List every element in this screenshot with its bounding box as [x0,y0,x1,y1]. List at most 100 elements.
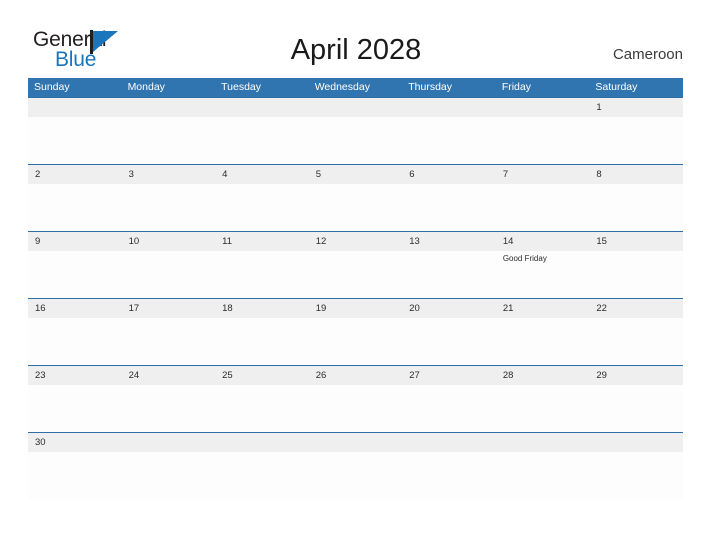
day-cell[interactable] [496,452,590,499]
day-cell[interactable] [309,251,403,298]
date-number[interactable]: 9 [28,232,122,251]
date-number[interactable]: 13 [402,232,496,251]
week-row: 9 10 11 12 13 14 15 Good Friday [28,231,683,298]
date-number[interactable]: 3 [122,165,216,184]
date-number[interactable]: 14 [496,232,590,251]
date-number[interactable]: 5 [309,165,403,184]
week-date-band: 2 3 4 5 6 7 8 [28,165,683,184]
day-cell[interactable] [122,318,216,365]
day-cell[interactable] [496,385,590,432]
day-cell[interactable] [589,117,683,164]
date-number[interactable]: 20 [402,299,496,318]
date-number[interactable] [589,433,683,452]
date-number[interactable]: 24 [122,366,216,385]
day-cell[interactable] [402,318,496,365]
day-cell[interactable] [309,452,403,499]
day-cell[interactable] [402,452,496,499]
date-number[interactable] [122,433,216,452]
day-cell[interactable] [122,117,216,164]
event-label: Good Friday [502,254,547,263]
date-number[interactable] [215,433,309,452]
calendar-page: General Blue April 2028 Cameroon Sunday … [0,0,712,550]
day-cell[interactable] [589,385,683,432]
date-number[interactable] [309,433,403,452]
day-cell[interactable] [309,318,403,365]
date-number[interactable]: 15 [589,232,683,251]
date-number[interactable]: 16 [28,299,122,318]
day-cell[interactable] [122,452,216,499]
day-cell[interactable] [589,318,683,365]
week-event-band [28,117,683,164]
day-of-week-header-row: Sunday Monday Tuesday Wednesday Thursday… [28,78,683,97]
day-cell[interactable] [215,251,309,298]
date-number[interactable] [122,98,216,117]
day-cell[interactable] [215,117,309,164]
date-number[interactable]: 29 [589,366,683,385]
page-header: General Blue April 2028 Cameroon [0,0,712,78]
date-number[interactable] [496,98,590,117]
date-number[interactable]: 4 [215,165,309,184]
date-number[interactable]: 18 [215,299,309,318]
date-number[interactable]: 6 [402,165,496,184]
date-number[interactable]: 1 [589,98,683,117]
week-event-band [28,385,683,432]
date-number[interactable] [309,98,403,117]
day-cell-good-friday[interactable]: Good Friday [496,251,590,298]
day-cell[interactable] [496,117,590,164]
day-cell[interactable] [496,318,590,365]
day-cell[interactable] [215,318,309,365]
date-number[interactable]: 27 [402,366,496,385]
date-number[interactable]: 25 [215,366,309,385]
day-cell[interactable] [28,318,122,365]
date-number[interactable]: 8 [589,165,683,184]
day-cell[interactable] [122,184,216,231]
day-cell[interactable] [28,251,122,298]
date-number[interactable]: 17 [122,299,216,318]
day-cell[interactable] [215,184,309,231]
day-header-thursday: Thursday [408,81,453,93]
week-event-band [28,184,683,231]
page-title: April 2028 [290,34,422,66]
region-label: Cameroon [612,46,683,63]
date-number[interactable]: 12 [309,232,403,251]
date-number[interactable]: 7 [496,165,590,184]
day-cell[interactable] [589,452,683,499]
day-cell[interactable] [309,385,403,432]
date-number[interactable] [28,98,122,117]
date-number[interactable]: 30 [28,433,122,452]
day-cell[interactable] [589,184,683,231]
date-number[interactable]: 23 [28,366,122,385]
day-cell[interactable] [28,452,122,499]
date-number[interactable]: 10 [122,232,216,251]
day-cell[interactable] [122,385,216,432]
day-cell[interactable] [215,452,309,499]
date-number[interactable]: 26 [309,366,403,385]
day-cell[interactable] [402,385,496,432]
date-number[interactable] [402,433,496,452]
date-number[interactable] [215,98,309,117]
day-cell[interactable] [215,385,309,432]
day-cell[interactable] [122,251,216,298]
day-cell[interactable] [496,184,590,231]
week-row: 30 [28,432,683,499]
day-cell[interactable] [28,184,122,231]
date-number[interactable] [496,433,590,452]
day-cell[interactable] [402,184,496,231]
day-cell[interactable] [309,117,403,164]
day-cell[interactable] [28,385,122,432]
day-cell[interactable] [589,251,683,298]
date-number[interactable]: 22 [589,299,683,318]
week-date-band: 16 17 18 19 20 21 22 [28,299,683,318]
week-row: 16 17 18 19 20 21 22 [28,298,683,365]
week-row: 1 [28,97,683,164]
date-number[interactable] [402,98,496,117]
date-number[interactable]: 21 [496,299,590,318]
day-cell[interactable] [28,117,122,164]
day-cell[interactable] [309,184,403,231]
date-number[interactable]: 19 [309,299,403,318]
day-cell[interactable] [402,251,496,298]
date-number[interactable]: 2 [28,165,122,184]
date-number[interactable]: 28 [496,366,590,385]
day-cell[interactable] [402,117,496,164]
date-number[interactable]: 11 [215,232,309,251]
